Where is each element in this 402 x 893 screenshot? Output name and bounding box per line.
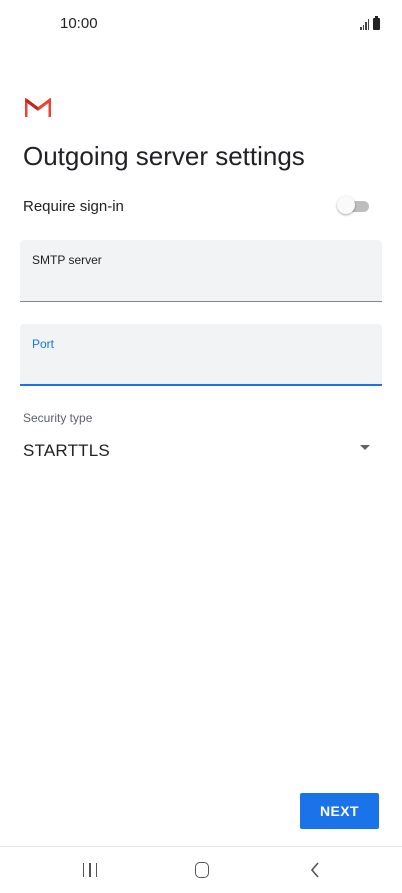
navigation-bar (0, 846, 402, 893)
smtp-server-label: SMTP server (32, 253, 102, 267)
require-signin-toggle[interactable] (337, 196, 369, 216)
smtp-server-field[interactable]: SMTP server (20, 240, 382, 302)
next-button[interactable]: NEXT (300, 793, 379, 829)
status-icons (360, 16, 380, 30)
screen: 10:00 Outgoing server settings Require s… (0, 0, 402, 893)
home-button[interactable] (187, 857, 217, 883)
port-input[interactable] (32, 356, 370, 378)
require-signin-row: Require sign-in (23, 192, 369, 220)
security-type-value: STARTTLS (23, 441, 110, 460)
security-type-dropdown[interactable]: STARTTLS (23, 436, 370, 466)
back-icon (310, 862, 319, 878)
require-signin-label: Require sign-in (23, 197, 124, 215)
status-bar: 10:00 (0, 0, 402, 50)
port-field[interactable]: Port (20, 324, 382, 386)
smtp-server-input[interactable] (32, 272, 370, 294)
dropdown-arrow-icon (360, 444, 370, 450)
recent-apps-button[interactable] (75, 857, 105, 883)
recent-apps-icon (82, 863, 98, 877)
battery-icon (373, 16, 380, 30)
toggle-thumb (337, 196, 355, 214)
port-label: Port (32, 337, 55, 351)
gmail-icon (25, 98, 51, 117)
page-title: Outgoing server settings (23, 141, 305, 171)
back-button[interactable] (300, 857, 330, 883)
security-type-label: Security type (23, 411, 93, 425)
status-time: 10:00 (60, 15, 98, 32)
home-icon (195, 862, 209, 878)
signal-icon (360, 18, 369, 30)
